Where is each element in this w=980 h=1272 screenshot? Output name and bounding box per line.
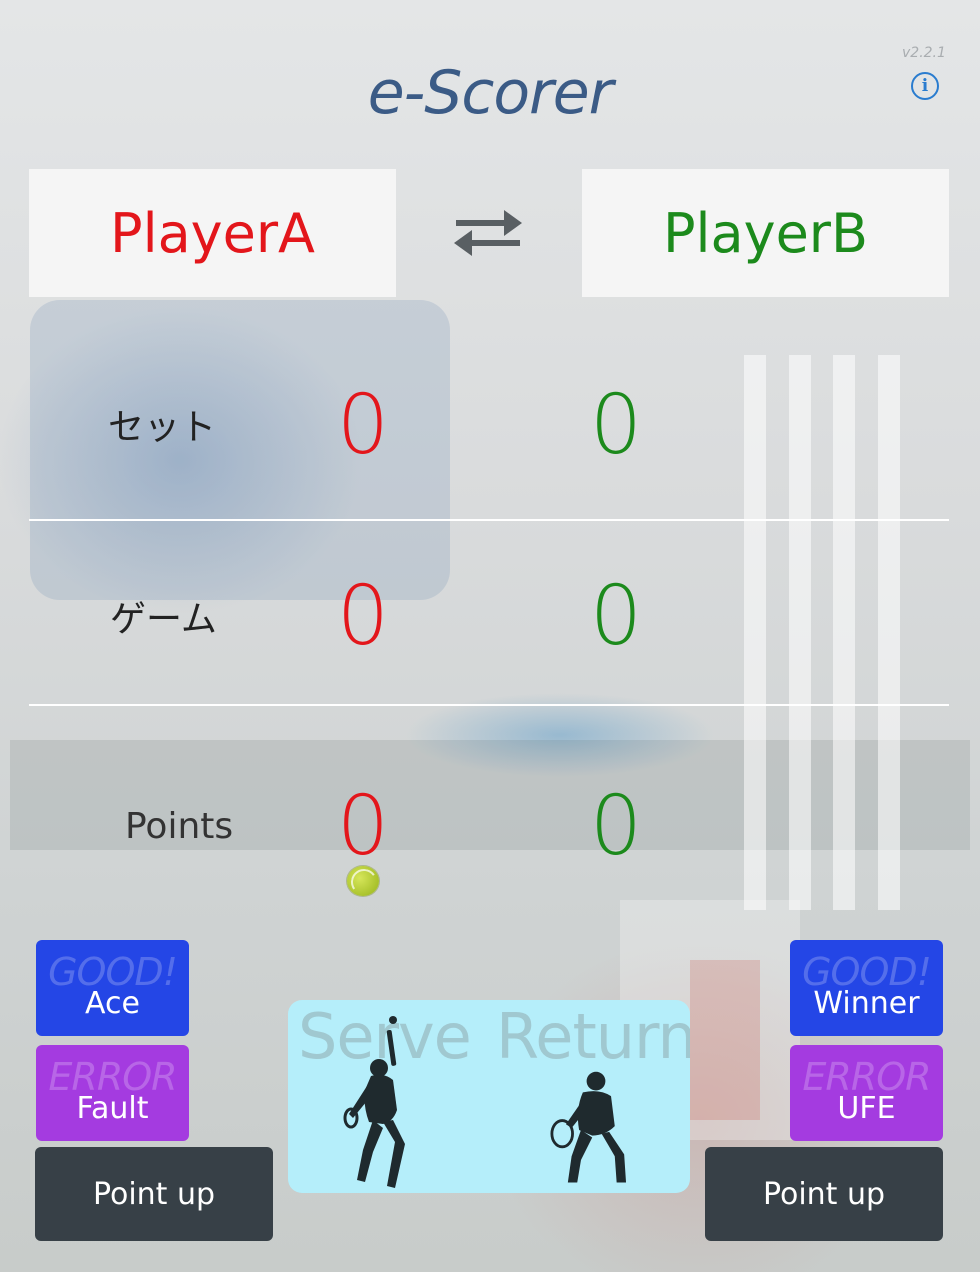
player-b-point-up-button[interactable]: Point up (705, 1147, 943, 1241)
player-b-games: 0 (589, 569, 643, 664)
background-stripe (833, 355, 855, 910)
player-a-sets: 0 (336, 378, 390, 473)
fault-button[interactable]: ERROR Fault (36, 1045, 189, 1141)
player-a-name[interactable]: PlayerA (29, 169, 396, 297)
returner-silhouette-icon (550, 1071, 627, 1183)
row-divider (29, 704, 949, 706)
winner-label: Winner (813, 986, 920, 1021)
ace-label: Ace (85, 986, 140, 1021)
background-shape (690, 960, 760, 1120)
player-a-games: 0 (336, 569, 390, 664)
background-stripe (789, 355, 811, 910)
points-label: Points (125, 806, 234, 847)
games-label: ゲーム (110, 599, 217, 640)
app-title: e-Scorer (367, 58, 614, 128)
return-text: Return (496, 1000, 690, 1073)
tennis-ball-icon (347, 866, 379, 896)
player-a-points[interactable]: 0 (323, 786, 403, 868)
server-silhouette-icon (343, 1016, 405, 1188)
ace-button[interactable]: GOOD! Ace (36, 940, 189, 1036)
player-b-sets: 0 (589, 378, 643, 473)
player-b-points[interactable]: 0 (576, 786, 656, 868)
winner-button[interactable]: GOOD! Winner (790, 940, 943, 1036)
row-divider (29, 519, 949, 521)
ufe-label: UFE (837, 1091, 896, 1126)
player-a-point-up-button[interactable]: Point up (35, 1147, 273, 1241)
background-stripe (878, 355, 900, 910)
player-b-name[interactable]: PlayerB (582, 169, 949, 297)
background-stripe (744, 355, 766, 910)
ufe-button[interactable]: ERROR UFE (790, 1045, 943, 1141)
serve-return-panel[interactable]: Serve Return (288, 1000, 690, 1193)
swap-arrows-icon[interactable] (452, 210, 524, 256)
fault-label: Fault (76, 1091, 149, 1126)
sets-label: セット (108, 407, 217, 448)
